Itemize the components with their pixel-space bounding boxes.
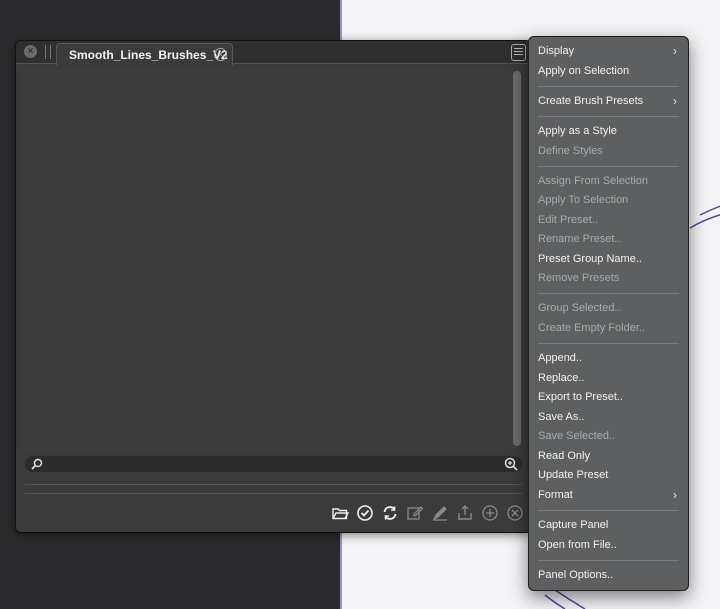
folder-open-icon[interactable] <box>330 503 350 523</box>
edit-icon <box>405 503 425 523</box>
menu-item-export-to-preset[interactable]: Export to Preset.. <box>538 388 683 407</box>
menu-item-apply-on-selection[interactable]: Apply on Selection <box>538 62 683 81</box>
menu-divider <box>538 166 679 167</box>
tab-smooth-lines-brushes[interactable]: Smooth_Lines_Brushes_V2 × <box>56 43 233 65</box>
export-icon <box>455 503 475 523</box>
chevron-right-icon: › <box>673 44 677 58</box>
panel-grip-handle[interactable] <box>45 45 51 59</box>
menu-divider <box>538 560 679 561</box>
tab-close-icon[interactable]: × <box>214 48 227 61</box>
menu-item-save-selected: Save Selected.. <box>538 430 616 442</box>
brush-edit-icon <box>430 503 450 523</box>
zoom-in-icon[interactable] <box>504 457 518 471</box>
divider <box>25 493 522 494</box>
vertical-scrollbar[interactable] <box>513 71 521 446</box>
menu-item-format[interactable]: Format › <box>538 486 683 505</box>
panel-menu-icon[interactable] <box>511 44 526 61</box>
add-icon <box>480 503 500 523</box>
chevron-right-icon: › <box>673 94 677 108</box>
menu-item-display[interactable]: Display › <box>538 42 683 61</box>
menu-item-create-empty-folder: Create Empty Folder.. <box>538 322 645 334</box>
menu-item-apply-to-selection: Apply To Selection <box>538 194 629 206</box>
refresh-icon[interactable] <box>380 503 400 523</box>
menu-item-remove-presets: Remove Presets <box>538 272 620 284</box>
panel-toolbar <box>330 503 525 523</box>
menu-item-assign-from-selection: Assign From Selection <box>538 175 649 187</box>
checkmark-icon[interactable] <box>355 503 375 523</box>
menu-item-rename-preset: Rename Preset.. <box>538 233 621 245</box>
menu-item-capture-panel[interactable]: Capture Panel <box>538 516 683 535</box>
search-icon <box>31 458 43 470</box>
menu-divider <box>538 116 679 117</box>
brush-presets-panel: × Smooth_Lines_Brushes_V2 × <box>15 40 532 533</box>
menu-item-open-from-file[interactable]: Open from File.. <box>538 536 683 555</box>
panel-close-icon[interactable]: × <box>24 45 37 58</box>
tab-label: Smooth_Lines_Brushes_V2 <box>69 48 228 62</box>
divider <box>25 484 522 485</box>
menu-item-replace[interactable]: Replace.. <box>538 369 683 388</box>
preset-list-area[interactable] <box>22 69 517 452</box>
remove-icon <box>505 503 525 523</box>
search-field[interactable] <box>25 456 522 472</box>
menu-item-save-as[interactable]: Save As.. <box>538 408 683 427</box>
menu-item-append[interactable]: Append.. <box>538 349 683 368</box>
chevron-right-icon: › <box>673 488 677 502</box>
menu-divider <box>538 293 679 294</box>
menu-item-read-only[interactable]: Read Only <box>538 447 683 466</box>
menu-item-edit-preset: Edit Preset.. <box>538 214 598 226</box>
menu-item-group-selected: Group Selected.. <box>538 302 621 314</box>
menu-item-apply-as-style[interactable]: Apply as a Style <box>538 122 683 141</box>
menu-divider <box>538 343 679 344</box>
menu-divider <box>538 510 679 511</box>
menu-item-preset-group-name[interactable]: Preset Group Name.. <box>538 250 683 269</box>
menu-divider <box>538 86 679 87</box>
panel-tab-bar: × Smooth_Lines_Brushes_V2 × <box>16 41 531 65</box>
menu-item-create-brush-presets[interactable]: Create Brush Presets › <box>538 92 683 111</box>
menu-item-update-preset[interactable]: Update Preset <box>538 466 683 485</box>
panel-context-menu: Display › Apply on Selection Create Brush… <box>528 36 689 591</box>
menu-item-panel-options[interactable]: Panel Options.. <box>538 566 683 585</box>
menu-item-define-styles: Define Styles <box>538 145 603 157</box>
